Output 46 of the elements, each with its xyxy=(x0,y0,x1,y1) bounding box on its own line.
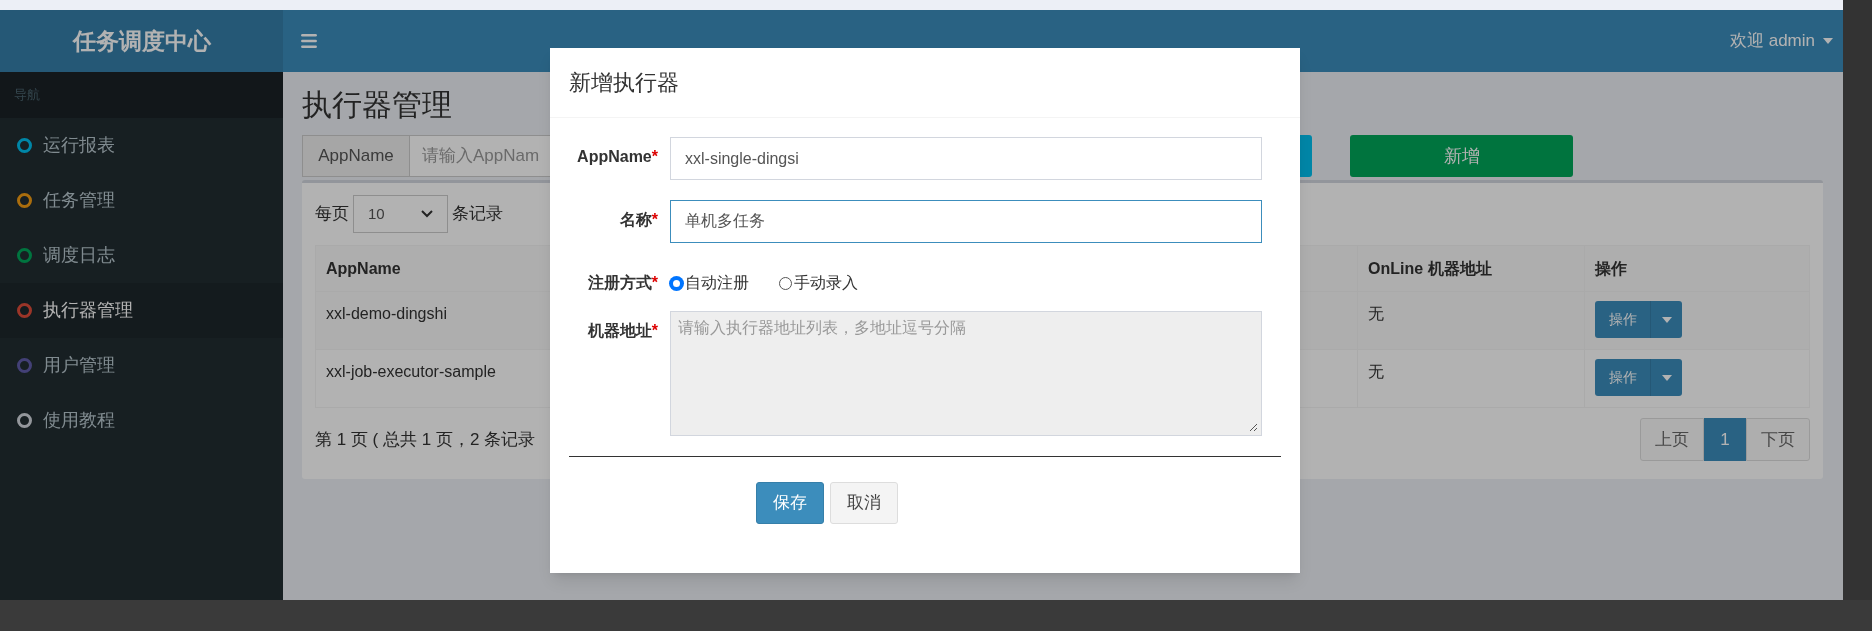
menu-icon[interactable] xyxy=(299,31,319,51)
sidebar-item[interactable]: 使用教程 xyxy=(0,393,283,448)
radio-option[interactable]: 手动录入 xyxy=(779,271,858,295)
action-dropdown-button[interactable] xyxy=(1651,359,1682,396)
table-cell: 无 xyxy=(1368,363,1384,380)
field-label: AppName* xyxy=(577,148,658,165)
cancel-button[interactable]: 取消 xyxy=(830,482,898,524)
text-field[interactable]: xxl-single-dingsi xyxy=(670,137,1262,180)
placeholder-text: 请输入执行器地址列表，多地址逗号分隔 xyxy=(678,319,966,336)
field-label: 名称* xyxy=(619,211,658,228)
caret-icon xyxy=(1661,374,1672,381)
search-addon: AppName xyxy=(302,135,410,177)
caret-icon xyxy=(1823,38,1833,44)
add-button[interactable]: 新增 xyxy=(1350,135,1573,177)
sidebar-item[interactable]: 调度日志 xyxy=(0,228,283,283)
sidebar-item[interactable]: 运行报表 xyxy=(0,118,283,173)
sidebar-item[interactable]: 用户管理 xyxy=(0,338,283,393)
modal-title: 新增执行器 xyxy=(569,69,679,97)
page-summary: 第 1 页 ( 总共 1 页，2 条记录 xyxy=(315,428,536,451)
pagination-button[interactable]: 1 xyxy=(1704,418,1746,461)
page-size-suffix: 条记录 xyxy=(452,203,503,226)
page-size-prefix: 每页 xyxy=(315,203,349,226)
field-label: 注册方式* xyxy=(587,274,658,291)
table-cell: 无 xyxy=(1368,305,1384,322)
pagination-button[interactable]: 上页 xyxy=(1640,418,1704,461)
field-label: 机器地址* xyxy=(587,322,658,339)
action-button[interactable]: 操作 xyxy=(1595,359,1651,396)
textarea-field[interactable]: 请输入执行器地址列表，多地址逗号分隔 xyxy=(670,311,1262,436)
page-size-select[interactable]: 10 xyxy=(353,195,448,233)
caret-icon xyxy=(1661,316,1672,323)
sidebar-item[interactable]: 任务管理 xyxy=(0,173,283,228)
column-header: 操作 xyxy=(1584,245,1810,292)
text-field[interactable]: 单机多任务 xyxy=(670,200,1262,243)
resize-handle-icon xyxy=(1248,422,1258,432)
table-cell: xxl-job-executor-sample xyxy=(326,363,496,380)
chevron-down-icon xyxy=(421,210,433,218)
brand-title[interactable]: 任务调度中心 xyxy=(72,23,211,59)
action-button[interactable]: 操作 xyxy=(1595,301,1651,338)
action-dropdown-button[interactable] xyxy=(1651,301,1682,338)
user-menu[interactable]: 欢迎 admin xyxy=(1729,28,1833,54)
pagination-button[interactable]: 下页 xyxy=(1746,418,1810,461)
sidebar-item[interactable]: 执行器管理 xyxy=(0,283,283,338)
page-title: 执行器管理 xyxy=(302,86,452,123)
column-header: OnLine 机器地址 xyxy=(1357,245,1585,292)
save-button[interactable]: 保存 xyxy=(756,482,824,524)
table-cell: xxl-demo-dingshi xyxy=(326,305,447,322)
